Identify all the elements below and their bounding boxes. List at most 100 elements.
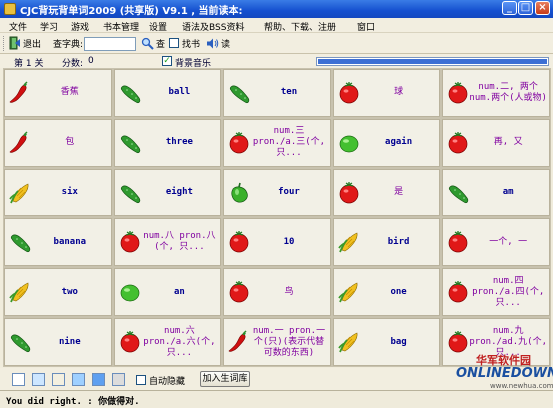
watermark-en: ONLINEDOWN	[456, 366, 553, 381]
word-card[interactable]: one	[332, 268, 441, 317]
word-card-text: num.三 pron./a.三(个, 只...	[252, 126, 326, 159]
menu-study[interactable]: 学习	[40, 20, 58, 33]
app-icon	[4, 3, 16, 15]
menu-settings[interactable]: 设置	[149, 20, 167, 33]
menu-window[interactable]: 窗口	[357, 20, 375, 33]
word-card[interactable]: num.六 pron./a.六(个, 只...	[113, 318, 222, 366]
word-card-text-wrap: 鸟	[250, 269, 328, 315]
word-card[interactable]: bird	[332, 218, 441, 267]
score-value: 0	[88, 56, 94, 66]
speaker-icon[interactable]	[206, 37, 219, 50]
word-card[interactable]: 是	[332, 168, 441, 217]
word-card[interactable]: 鸟	[223, 268, 331, 317]
swatch-gray[interactable]	[112, 373, 125, 386]
word-card-text: 10	[283, 236, 295, 247]
find-book-label: 找书	[182, 40, 201, 50]
word-card[interactable]: 再, 又	[442, 118, 550, 167]
menu-grammar[interactable]: 语法及BSS资料	[182, 20, 244, 33]
word-card-text-wrap: num.一 pron.一个(只)(表示代替可数的东西)	[250, 319, 328, 365]
menu-help[interactable]: 帮助、下载、注册	[264, 20, 336, 33]
tomato-icon	[229, 231, 249, 253]
close-button[interactable]: ×	[535, 1, 550, 15]
word-card[interactable]: bag	[332, 318, 441, 366]
cucumber-icon	[120, 135, 140, 153]
word-card[interactable]: nine	[4, 318, 112, 366]
swatch-cream[interactable]	[52, 373, 65, 386]
add-to-vocab-button[interactable]: 加入生词库	[200, 371, 250, 387]
word-card-text-wrap: two	[31, 269, 109, 315]
word-card-text: num.八 pron.八(个, 只...	[143, 231, 216, 253]
auto-hide-label: 自动隐藏	[149, 377, 186, 387]
word-card-text-wrap: am	[469, 170, 547, 216]
corn-icon	[338, 282, 358, 303]
swatch-light-blue[interactable]	[32, 373, 45, 386]
word-card-text-wrap: num.六 pron./a.六(个, 只...	[141, 319, 219, 365]
word-card[interactable]: ball	[113, 69, 222, 117]
swatch-white[interactable]	[12, 373, 25, 386]
exit-label[interactable]: 退出	[23, 37, 41, 50]
word-card[interactable]: 球	[332, 69, 441, 117]
word-card-grid: 香蕉 ball ten 球 num.二, 两个num.两个(人或物) 包 three num.…	[3, 68, 551, 367]
read-label[interactable]: 读	[221, 37, 230, 50]
word-card-text-wrap: num.三 pron./a.三(个, 只...	[250, 120, 328, 166]
word-card-text-wrap: 一个, 一	[469, 219, 547, 265]
search-input[interactable]	[84, 37, 136, 51]
word-card-text-wrap: an	[141, 269, 219, 315]
minimize-button[interactable]: _	[502, 1, 517, 15]
word-card[interactable]: 包	[4, 118, 112, 167]
word-card[interactable]: two	[4, 268, 112, 317]
word-card[interactable]: banana	[4, 218, 112, 267]
word-card-text: bird	[387, 236, 410, 247]
word-card-text: 包	[65, 137, 75, 148]
menu-book-manage[interactable]: 书本管理	[103, 20, 139, 33]
maximize-button[interactable]: □	[518, 1, 533, 15]
word-card[interactable]: an	[113, 268, 222, 317]
word-card-text: two	[61, 286, 78, 297]
tomato-icon	[339, 81, 359, 104]
search-icon[interactable]	[141, 37, 154, 50]
word-card[interactable]: again	[332, 118, 441, 167]
word-card-text: bag	[390, 336, 407, 347]
word-card[interactable]: num.三 pron./a.三(个, 只...	[223, 118, 331, 167]
music-checkbox[interactable]: ✓	[162, 56, 172, 66]
lookup-label[interactable]: 查	[156, 37, 165, 50]
word-card-text-wrap: ball	[141, 70, 219, 116]
menu-file[interactable]: 文件	[9, 20, 27, 33]
auto-hide-checkbox[interactable]	[136, 375, 146, 385]
cucumber-icon	[230, 85, 250, 103]
word-card-text-wrap: num.八 pron.八(个, 只...	[141, 219, 219, 265]
tomato-icon	[449, 131, 468, 154]
swatch-sky-blue[interactable]	[72, 373, 85, 386]
word-card[interactable]: 一个, 一	[442, 218, 550, 267]
word-card[interactable]: four	[223, 168, 331, 217]
lime-icon	[120, 284, 139, 302]
word-card[interactable]: 10	[223, 218, 331, 267]
word-card[interactable]: 香蕉	[4, 69, 112, 117]
chili-icon	[228, 330, 247, 352]
word-card[interactable]: six	[4, 168, 112, 217]
word-card[interactable]: num.八 pron.八(个, 只...	[113, 218, 222, 267]
word-card[interactable]: num.二, 两个num.两个(人或物)	[442, 69, 550, 117]
tomato-icon	[449, 281, 468, 303]
chili-icon	[9, 81, 28, 103]
exit-icon[interactable]	[9, 36, 21, 50]
cucumber-icon	[10, 334, 31, 353]
word-card[interactable]: eight	[113, 168, 222, 217]
word-card[interactable]: num.一 pron.一个(只)(表示代替可数的东西)	[223, 318, 331, 366]
window-title: CJC背玩背单词2009 (共享版) V9.1 , 当前读本:	[20, 6, 243, 17]
word-card-text: ball	[168, 87, 191, 98]
chili-icon	[9, 131, 28, 153]
corn-icon	[338, 232, 358, 253]
word-card-text-wrap: nine	[31, 319, 109, 365]
word-card-text-wrap: three	[141, 120, 219, 166]
tomato-icon	[449, 331, 468, 353]
word-card[interactable]: am	[442, 168, 550, 217]
word-card[interactable]: ten	[223, 69, 331, 117]
word-card-text: six	[61, 187, 78, 198]
menu-games[interactable]: 游戏	[71, 20, 89, 33]
find-book-checkbox[interactable]	[169, 38, 179, 48]
swatch-blue[interactable]	[92, 373, 105, 386]
word-card[interactable]: num.四 pron./a.四(个, 只...	[442, 268, 550, 317]
progress-bar	[316, 57, 549, 66]
word-card[interactable]: three	[113, 118, 222, 167]
